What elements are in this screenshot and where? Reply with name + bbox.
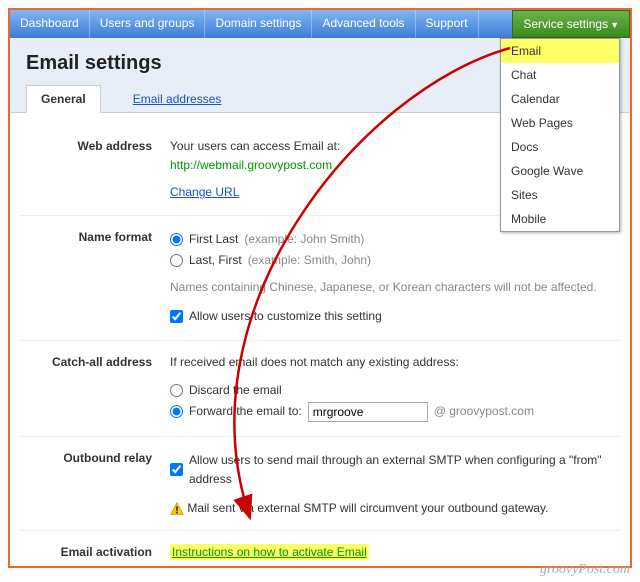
nav-service-settings[interactable]: Service settings▼ (512, 10, 630, 38)
label-catch-all: Catch-all address (20, 353, 170, 423)
opt-first-last-ex: (example: John Smith) (244, 230, 364, 249)
dd-mobile[interactable]: Mobile (501, 207, 619, 231)
label-activation: Email activation (20, 543, 170, 562)
row-activation: Email activation Instructions on how to … (20, 531, 620, 568)
label-web-address: Web address (20, 137, 170, 203)
service-dropdown: Email Chat Calendar Web Pages Docs Googl… (500, 38, 620, 232)
label-name-format: Name format (20, 228, 170, 329)
chk-outbound[interactable] (170, 463, 183, 476)
radio-discard[interactable] (170, 384, 183, 397)
watermark: groovyPost.com (540, 562, 630, 578)
name-format-note: Names containing Chinese, Japanese, or K… (170, 278, 620, 297)
chk-allow-customize[interactable] (170, 310, 183, 323)
radio-last-first[interactable] (170, 254, 183, 267)
opt-last-first-ex: (example: Smith, John) (248, 251, 371, 270)
dd-chat[interactable]: Chat (501, 63, 619, 87)
row-outbound: Outbound relay Allow users to send mail … (20, 437, 620, 532)
dd-calendar[interactable]: Calendar (501, 87, 619, 111)
chevron-down-icon: ▼ (610, 20, 619, 30)
nav-users[interactable]: Users and groups (90, 10, 206, 38)
allow-customize-label: Allow users to customize this setting (189, 307, 382, 326)
opt-last-first: Last, First (189, 251, 242, 270)
outbound-allow-label: Allow users to send mail through an exte… (189, 451, 620, 489)
radio-first-last[interactable] (170, 233, 183, 246)
warning-icon (170, 502, 184, 516)
radio-forward[interactable] (170, 405, 183, 418)
change-url-link[interactable]: Change URL (170, 185, 239, 199)
outbound-warn-text: Mail sent via external SMTP will circumv… (187, 501, 548, 515)
top-nav: Dashboard Users and groups Domain settin… (10, 10, 630, 38)
tab-email-addresses[interactable]: Email addresses (119, 86, 236, 112)
opt-first-last: First Last (189, 230, 238, 249)
catch-all-intro: If received email does not match any exi… (170, 353, 620, 372)
dd-webpages[interactable]: Web Pages (501, 111, 619, 135)
forward-input[interactable] (308, 402, 428, 422)
nav-advanced[interactable]: Advanced tools (312, 10, 415, 38)
row-name-format: Name format First Last (example: John Sm… (20, 216, 620, 342)
label-outbound: Outbound relay (20, 449, 170, 519)
dd-docs[interactable]: Docs (501, 135, 619, 159)
dd-email[interactable]: Email (501, 39, 619, 63)
tab-general[interactable]: General (26, 85, 101, 113)
opt-discard: Discard the email (189, 381, 282, 400)
forward-suffix: @ groovypost.com (434, 402, 534, 421)
dd-sites[interactable]: Sites (501, 183, 619, 207)
row-catch-all: Catch-all address If received email does… (20, 341, 620, 436)
opt-forward: Forward the email to: (189, 402, 302, 421)
nav-domain[interactable]: Domain settings (205, 10, 312, 38)
activation-link[interactable]: Instructions on how to activate Email (170, 544, 369, 560)
nav-support[interactable]: Support (416, 10, 479, 38)
nav-dashboard[interactable]: Dashboard (10, 10, 90, 38)
dd-googlewave[interactable]: Google Wave (501, 159, 619, 183)
